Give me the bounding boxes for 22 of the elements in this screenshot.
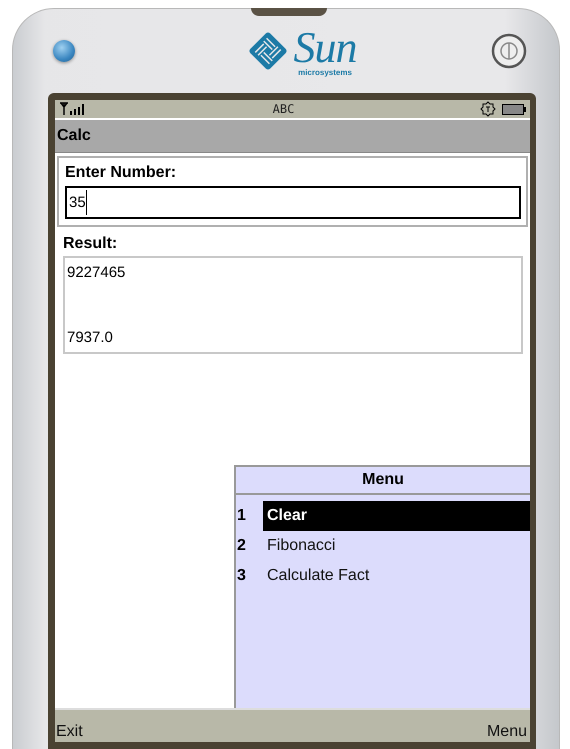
result-text: 9227465 [67, 264, 126, 281]
menu-item[interactable]: Fibonacci [263, 531, 530, 561]
logo-tagline: microsystems [298, 68, 352, 76]
result-text: 7937.0 [67, 329, 114, 346]
battery-icon [502, 104, 526, 114]
signal-icon [59, 102, 87, 116]
logo-wordmark: Sun [294, 26, 356, 70]
indicator-light-icon [53, 40, 75, 62]
softkey[interactable]: Exit [56, 723, 83, 741]
result-label: Result: [63, 235, 118, 253]
item-number: 1 [236, 507, 247, 525]
input-field[interactable]: 35 [65, 186, 521, 219]
softkey[interactable]: Menu [486, 723, 527, 741]
item-number: 2 [236, 537, 247, 555]
menu-item[interactable]: Clear [263, 501, 530, 531]
power-button-icon[interactable] [491, 33, 527, 69]
menu-item[interactable]: Calculate Fact [263, 561, 530, 591]
field-label: Enter Number: [65, 164, 178, 182]
item-number: 3 [236, 567, 247, 585]
input-mode: ABC [272, 102, 294, 116]
menu-title: Menu [362, 471, 404, 489]
screen-title: Calc [57, 127, 91, 145]
